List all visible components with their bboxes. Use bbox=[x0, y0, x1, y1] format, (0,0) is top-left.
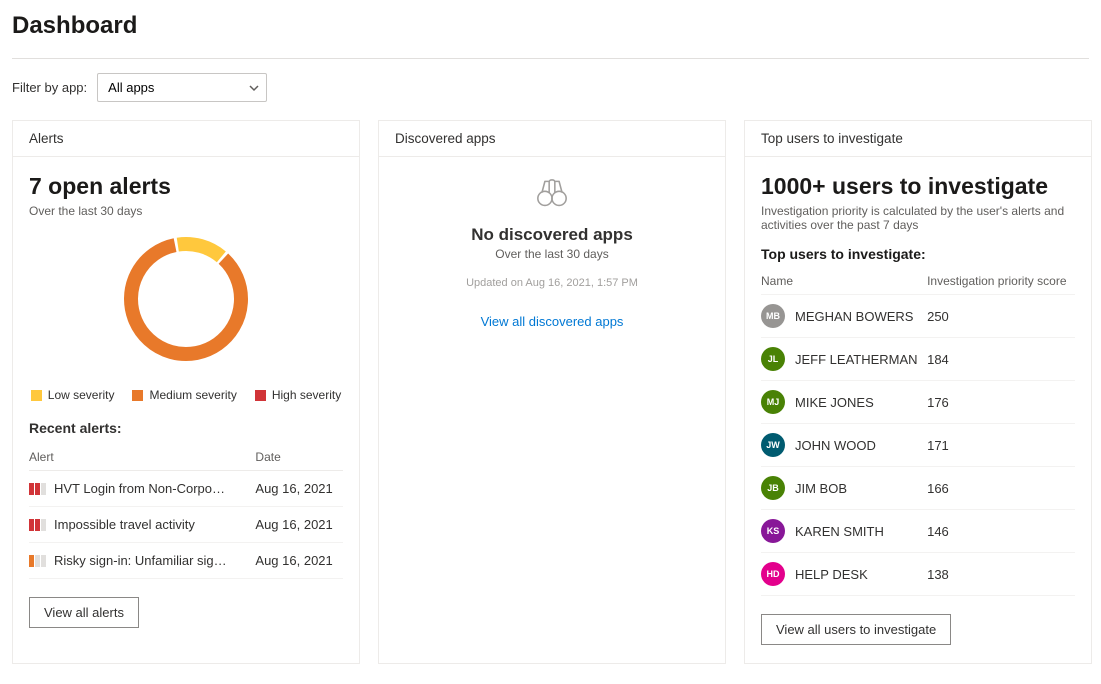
discovered-apps-card: Discovered apps No discovered apps Over … bbox=[378, 120, 726, 664]
user-score: 146 bbox=[927, 510, 1075, 553]
user-score: 250 bbox=[927, 295, 1075, 338]
avatar: MJ bbox=[761, 390, 785, 414]
users-card-header: Top users to investigate bbox=[745, 121, 1091, 157]
user-score: 184 bbox=[927, 338, 1075, 381]
app-filter-select-input[interactable]: All apps bbox=[97, 73, 267, 102]
legend-low: Low severity bbox=[31, 388, 115, 402]
col-name: Name bbox=[761, 268, 927, 295]
no-discovered-apps-title: No discovered apps bbox=[471, 225, 633, 245]
alert-name: Risky sign-in: Unfamiliar sign-i... bbox=[54, 553, 229, 568]
table-row[interactable]: JW JOHN WOOD 171 bbox=[761, 424, 1075, 467]
user-name: JIM BOB bbox=[795, 481, 847, 496]
divider bbox=[12, 58, 1089, 59]
discovered-updated: Updated on Aug 16, 2021, 1:57 PM bbox=[466, 277, 638, 289]
user-name: KAREN SMITH bbox=[795, 524, 884, 539]
user-name: JOHN WOOD bbox=[795, 438, 876, 453]
alert-name: Impossible travel activity bbox=[54, 517, 195, 532]
table-row[interactable]: Risky sign-in: Unfamiliar sign-i... Aug 1… bbox=[29, 543, 343, 579]
app-filter-select[interactable]: All apps bbox=[97, 73, 267, 102]
legend-high-swatch bbox=[255, 390, 266, 401]
alert-date: Aug 16, 2021 bbox=[255, 543, 343, 579]
user-name: JEFF LEATHERMAN bbox=[795, 352, 918, 367]
binoculars-icon bbox=[535, 175, 569, 209]
alerts-card: Alerts 7 open alerts Over the last 30 da… bbox=[12, 120, 360, 664]
view-all-alerts-button[interactable]: View all alerts bbox=[29, 597, 139, 628]
legend-medium-swatch bbox=[132, 390, 143, 401]
legend-medium: Medium severity bbox=[132, 388, 236, 402]
table-row[interactable]: JL JEFF LEATHERMAN 184 bbox=[761, 338, 1075, 381]
user-name: MEGHAN BOWERS bbox=[795, 309, 913, 324]
alerts-subtext: Over the last 30 days bbox=[29, 204, 343, 218]
alerts-card-header: Alerts bbox=[13, 121, 359, 157]
avatar: HD bbox=[761, 562, 785, 586]
alert-name: HVT Login from Non-Corporate bbox=[54, 481, 229, 496]
severity-icon bbox=[29, 483, 46, 495]
severity-icon bbox=[29, 555, 46, 567]
alerts-donut-chart bbox=[29, 224, 343, 374]
table-row[interactable]: HD HELP DESK 138 bbox=[761, 553, 1075, 596]
user-score: 171 bbox=[927, 424, 1075, 467]
recent-alerts-title: Recent alerts: bbox=[29, 420, 343, 436]
users-subtext: Investigation priority is calculated by … bbox=[761, 204, 1075, 232]
user-score: 166 bbox=[927, 467, 1075, 510]
user-score: 176 bbox=[927, 381, 1075, 424]
users-section-title: Top users to investigate: bbox=[761, 246, 1075, 262]
top-users-table: Name Investigation priority score MB MEGH… bbox=[761, 268, 1075, 596]
alert-date: Aug 16, 2021 bbox=[255, 471, 343, 507]
legend-low-swatch bbox=[31, 390, 42, 401]
user-score: 138 bbox=[927, 553, 1075, 596]
avatar: JB bbox=[761, 476, 785, 500]
table-row[interactable]: HVT Login from Non-Corporate Aug 16, 2021 bbox=[29, 471, 343, 507]
view-all-users-button[interactable]: View all users to investigate bbox=[761, 614, 951, 645]
table-row[interactable]: KS KAREN SMITH 146 bbox=[761, 510, 1075, 553]
users-headline: 1000+ users to investigate bbox=[761, 173, 1075, 200]
col-date: Date bbox=[255, 444, 343, 471]
avatar: JL bbox=[761, 347, 785, 371]
avatar: KS bbox=[761, 519, 785, 543]
user-name: HELP DESK bbox=[795, 567, 868, 582]
severity-icon bbox=[29, 519, 46, 531]
alert-date: Aug 16, 2021 bbox=[255, 507, 343, 543]
filter-label: Filter by app: bbox=[12, 80, 87, 95]
table-row[interactable]: MJ MIKE JONES 176 bbox=[761, 381, 1075, 424]
avatar: MB bbox=[761, 304, 785, 328]
donut-segment bbox=[178, 244, 222, 257]
filter-bar: Filter by app: All apps bbox=[12, 73, 1089, 102]
legend-high: High severity bbox=[255, 388, 341, 402]
view-all-discovered-link[interactable]: View all discovered apps bbox=[481, 314, 624, 329]
page-title: Dashboard bbox=[12, 12, 1089, 40]
donut-segment bbox=[131, 245, 241, 354]
recent-alerts-table: Alert Date HVT Login from Non-Corporate A… bbox=[29, 444, 343, 579]
top-users-card: Top users to investigate 1000+ users to … bbox=[744, 120, 1092, 664]
avatar: JW bbox=[761, 433, 785, 457]
discovered-card-header: Discovered apps bbox=[379, 121, 725, 157]
alerts-legend: Low severity Medium severity High severi… bbox=[29, 388, 343, 402]
table-row[interactable]: MB MEGHAN BOWERS 250 bbox=[761, 295, 1075, 338]
table-row[interactable]: JB JIM BOB 166 bbox=[761, 467, 1075, 510]
col-score: Investigation priority score bbox=[927, 268, 1075, 295]
table-row[interactable]: Impossible travel activity Aug 16, 2021 bbox=[29, 507, 343, 543]
user-name: MIKE JONES bbox=[795, 395, 874, 410]
col-alert: Alert bbox=[29, 444, 255, 471]
alerts-headline: 7 open alerts bbox=[29, 173, 343, 200]
discovered-subtext: Over the last 30 days bbox=[495, 247, 608, 261]
